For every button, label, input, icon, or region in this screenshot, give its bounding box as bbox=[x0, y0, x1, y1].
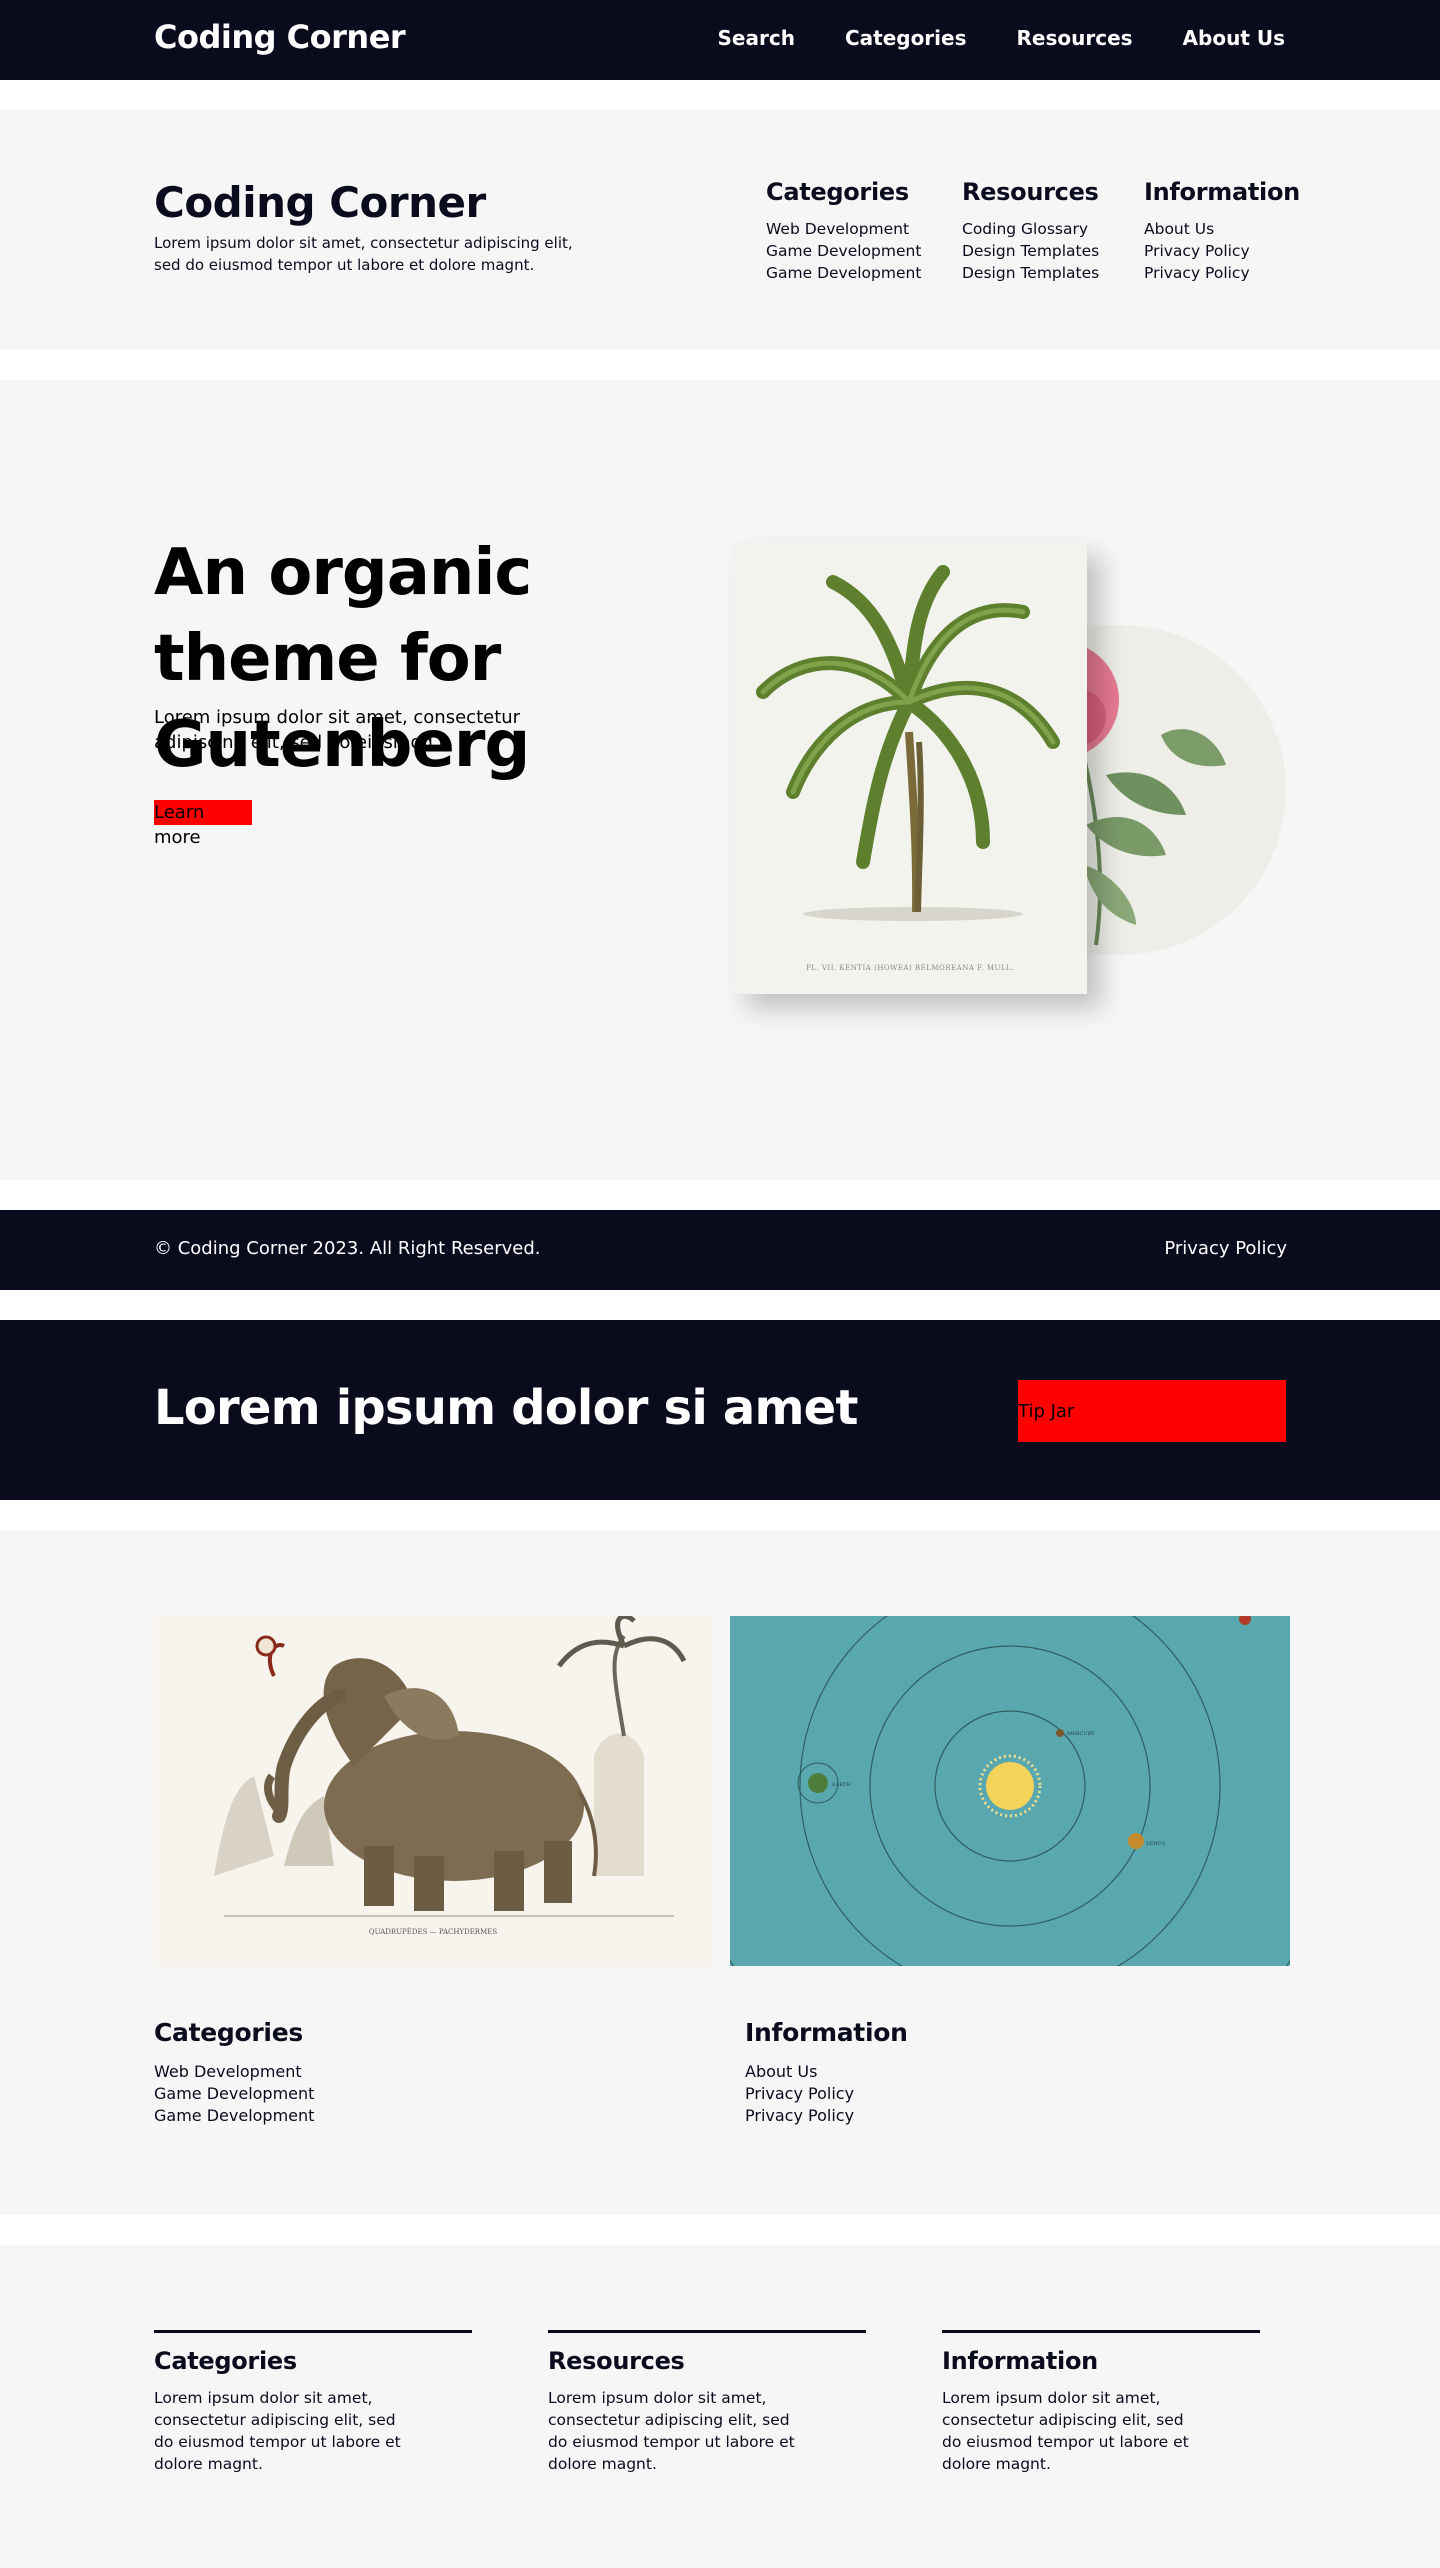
link-game-development[interactable]: Game Development bbox=[766, 262, 921, 284]
column-text: Lorem ipsum dolor sit amet, consectetur … bbox=[548, 2389, 795, 2473]
column-heading: Categories bbox=[766, 178, 909, 206]
info-column-categories: Categories Web Development Game Developm… bbox=[766, 178, 921, 284]
nav-about-us[interactable]: About Us bbox=[1183, 26, 1285, 50]
link-privacy-policy[interactable]: Privacy Policy bbox=[745, 2105, 908, 2127]
link-privacy-policy[interactable]: Privacy Policy bbox=[1144, 262, 1300, 284]
site-info-section: Coding Corner Lorem ipsum dolor sit amet… bbox=[0, 110, 1440, 350]
main-nav: Search Categories Resources About Us bbox=[718, 26, 1285, 50]
svg-text:VENUS: VENUS bbox=[1145, 1841, 1166, 1847]
copyright-text: © Coding Corner 2023. All Right Reserved… bbox=[154, 1238, 541, 1259]
link-privacy-policy[interactable]: Privacy Policy bbox=[745, 2083, 908, 2105]
link-about-us[interactable]: About Us bbox=[1144, 218, 1300, 240]
tip-jar-button[interactable]: Tip Jar bbox=[1018, 1380, 1286, 1442]
site-header: Coding Corner Search Categories Resource… bbox=[0, 0, 1440, 80]
column-heading: Information bbox=[942, 2347, 1098, 2375]
gallery-column-categories: Categories Web Development Game Developm… bbox=[154, 2018, 314, 2127]
column-heading: Information bbox=[745, 2018, 908, 2047]
column-heading: Categories bbox=[154, 2347, 297, 2375]
link-game-development[interactable]: Game Development bbox=[154, 2083, 314, 2105]
column-text: Lorem ipsum dolor sit amet, consectetur … bbox=[942, 2389, 1189, 2473]
footer-bar: © Coding Corner 2023. All Right Reserved… bbox=[0, 1210, 1440, 1290]
hero-section: An organic theme for Gutenberg Lorem ips… bbox=[0, 380, 1440, 1180]
column-heading: Resources bbox=[548, 2347, 685, 2375]
cta-section: Lorem ipsum dolor si amet Tip Jar bbox=[0, 1320, 1440, 1500]
palm-illustration-card: PL. VII. KENTIA (HOWEA) BELMOREANA F. MU… bbox=[733, 542, 1087, 994]
svg-text:QUADRUPÈDES — PACHYDERMES: QUADRUPÈDES — PACHYDERMES bbox=[369, 1927, 498, 1936]
nav-resources[interactable]: Resources bbox=[1017, 26, 1133, 50]
nav-search[interactable]: Search bbox=[718, 26, 795, 50]
svg-text:MERCURY: MERCURY bbox=[1067, 1731, 1095, 1737]
column-heading: Categories bbox=[154, 2018, 303, 2047]
link-design-templates[interactable]: Design Templates bbox=[962, 240, 1099, 262]
link-web-development[interactable]: Web Development bbox=[154, 2061, 314, 2083]
learn-more-button[interactable]: Learn more bbox=[154, 800, 252, 848]
page: Coding Corner Search Categories Resource… bbox=[0, 0, 1440, 2568]
privacy-policy-link[interactable]: Privacy Policy bbox=[1164, 1238, 1287, 1259]
bottom-column-information: Information Lorem ipsum dolor sit amet, … bbox=[942, 2330, 1260, 2475]
hero-lead: Lorem ipsum dolor sit amet, consectetur … bbox=[154, 707, 521, 753]
gallery-column-information: Information About Us Privacy Policy Priv… bbox=[745, 2018, 908, 2127]
bottom-column-resources: Resources Lorem ipsum dolor sit amet, co… bbox=[548, 2330, 866, 2475]
gallery-section: QUADRUPÈDES — PACHYDERMES EARTH VENUS ME… bbox=[0, 1530, 1440, 2215]
svg-text:EARTH: EARTH bbox=[832, 1782, 851, 1788]
link-about-us[interactable]: About Us bbox=[745, 2061, 908, 2083]
column-heading: Information bbox=[1144, 178, 1300, 206]
card-caption: PL. VII. KENTIA (HOWEA) BELMOREANA F. MU… bbox=[806, 964, 1014, 972]
cta-heading: Lorem ipsum dolor si amet bbox=[154, 1380, 858, 1436]
site-logo[interactable]: Coding Corner bbox=[154, 18, 406, 56]
bottom-column-categories: Categories Lorem ipsum dolor sit amet, c… bbox=[154, 2330, 472, 2475]
info-title: Coding Corner bbox=[154, 178, 486, 227]
solar-system-illustration: EARTH VENUS MERCURY bbox=[730, 1616, 1290, 1966]
info-column-resources: Resources Coding Glossary Design Templat… bbox=[962, 178, 1099, 284]
elephant-illustration: QUADRUPÈDES — PACHYDERMES bbox=[154, 1616, 712, 1966]
link-privacy-policy[interactable]: Privacy Policy bbox=[1144, 240, 1300, 262]
column-heading: Resources bbox=[962, 178, 1099, 206]
link-coding-glossary[interactable]: Coding Glossary bbox=[962, 218, 1099, 240]
link-game-development[interactable]: Game Development bbox=[766, 240, 921, 262]
info-description: Lorem ipsum dolor sit amet, consectetur … bbox=[154, 234, 573, 274]
link-game-development[interactable]: Game Development bbox=[154, 2105, 314, 2127]
link-web-development[interactable]: Web Development bbox=[766, 218, 921, 240]
nav-categories[interactable]: Categories bbox=[845, 26, 967, 50]
column-text: Lorem ipsum dolor sit amet, consectetur … bbox=[154, 2389, 401, 2473]
link-design-templates[interactable]: Design Templates bbox=[962, 262, 1099, 284]
info-column-information: Information About Us Privacy Policy Priv… bbox=[1144, 178, 1300, 284]
bottom-columns-section: Categories Lorem ipsum dolor sit amet, c… bbox=[0, 2245, 1440, 2568]
